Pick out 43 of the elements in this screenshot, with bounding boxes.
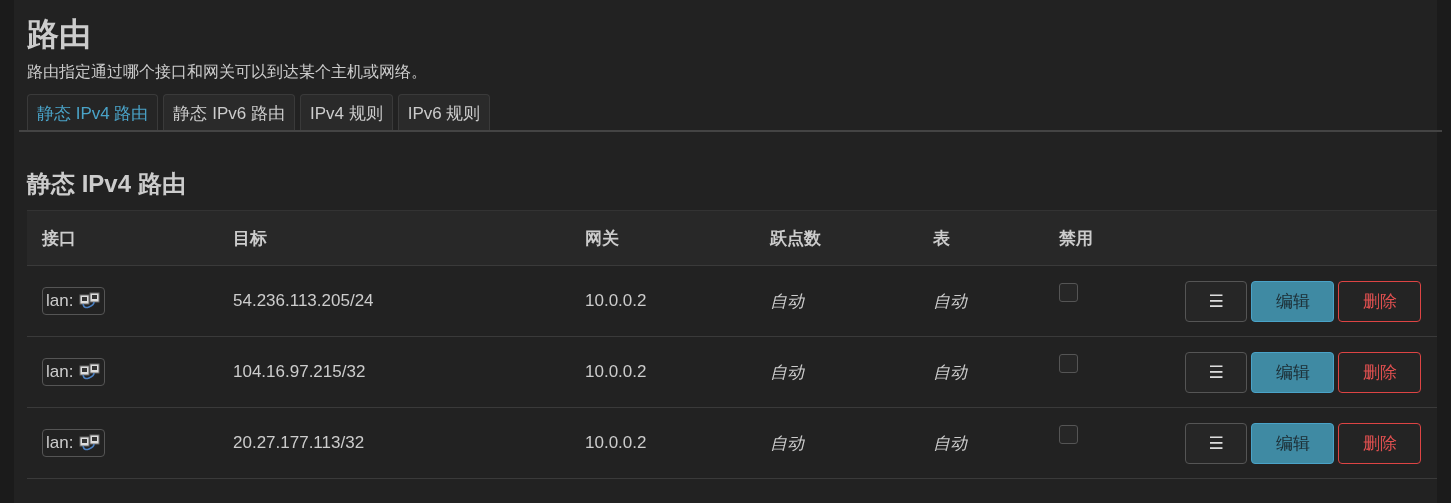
page-description: 路由指定通过哪个接口和网关可以到达某个主机或网络。 [27, 62, 428, 82]
table-cell: 自动 [770, 291, 804, 311]
table-cell: 54.236.113.205/24 [233, 291, 374, 310]
network-ports-icon [79, 292, 102, 310]
table-cell: 104.16.97.215/32 [233, 362, 366, 381]
table-cell: 自动 [770, 433, 804, 453]
tab[interactable]: 静态 IPv6 路由 [163, 94, 295, 130]
interface-badge: lan: [42, 358, 106, 386]
edit-button[interactable]: 编辑 [1251, 280, 1334, 322]
column-header: 目标 [233, 228, 267, 248]
table-cell: 自动 [933, 362, 967, 382]
menu-button[interactable]: ☰ [1185, 280, 1247, 322]
network-ports-icon [79, 363, 102, 381]
column-header: 跃点数 [770, 228, 821, 248]
column-header: 网关 [585, 228, 619, 248]
delete-button[interactable]: 删除 [1338, 422, 1421, 464]
checkbox[interactable] [1059, 283, 1078, 302]
delete-button[interactable]: 删除 [1338, 280, 1421, 322]
table-cell: 20.27.177.113/32 [233, 433, 365, 452]
column-header: 接口 [42, 228, 76, 248]
delete-button[interactable]: 删除 [1338, 351, 1421, 393]
table-cell: 自动 [933, 433, 967, 453]
tab[interactable]: IPv4 规则 [299, 94, 393, 130]
checkbox[interactable] [1059, 425, 1078, 444]
network-ports-icon [79, 434, 102, 452]
checkbox[interactable] [1059, 354, 1078, 373]
menu-button[interactable]: ☰ [1185, 351, 1247, 393]
column-header: 表 [933, 228, 950, 248]
table-cell: 自动 [770, 362, 804, 382]
edit-button[interactable]: 编辑 [1251, 422, 1334, 464]
table-cell: 自动 [933, 291, 967, 311]
table-cell: 10.0.0.2 [585, 291, 647, 310]
interface-badge: lan: [42, 429, 106, 457]
section-title: 静态 IPv4 路由 [27, 169, 187, 199]
column-header: 禁用 [1059, 228, 1093, 248]
menu-button[interactable]: ☰ [1185, 422, 1247, 464]
table-cell: 10.0.0.2 [585, 433, 647, 452]
table-cell: 10.0.0.2 [585, 362, 647, 381]
tab[interactable]: 静态 IPv4 路由 [27, 94, 159, 130]
page-title: 路由 [27, 15, 92, 54]
interface-badge: lan: [42, 287, 106, 315]
tab[interactable]: IPv6 规则 [397, 94, 491, 130]
edit-button[interactable]: 编辑 [1251, 351, 1334, 393]
